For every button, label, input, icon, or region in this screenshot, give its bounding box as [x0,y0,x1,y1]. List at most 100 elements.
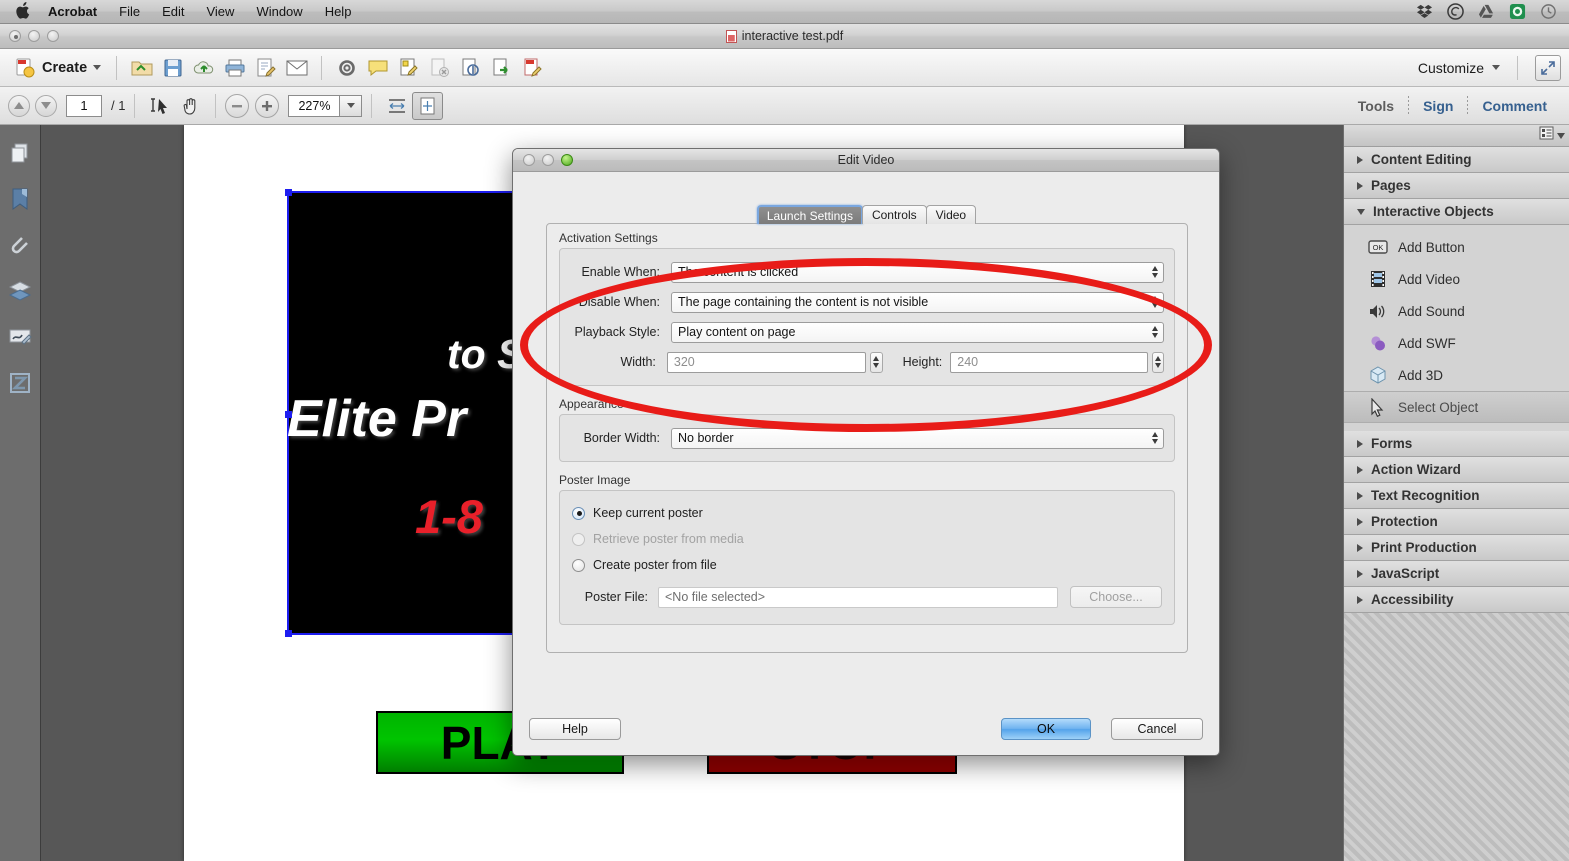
customize-button[interactable]: Customize [1418,60,1500,76]
zoom-out-button[interactable] [225,93,250,118]
tab-launch-settings[interactable]: Launch Settings [756,205,863,224]
dialog-close-button[interactable] [523,154,535,166]
save-icon[interactable] [157,54,188,82]
menu-item-view[interactable]: View [206,4,234,19]
page-number-input[interactable]: 1 [66,94,102,117]
edit-pdf-icon[interactable] [517,54,548,82]
disable-when-select[interactable]: The page containing the content is not v… [671,291,1164,313]
height-stepper[interactable] [1151,351,1164,373]
page-thumbnails-icon[interactable] [6,139,34,167]
sign-tab[interactable]: Sign [1409,98,1467,114]
panel-section-print-production[interactable]: Print Production [1344,535,1569,561]
print-icon[interactable] [219,54,250,82]
open-file-icon[interactable] [126,54,157,82]
upload-cloud-icon[interactable] [188,54,219,82]
dialog-minimize-button[interactable] [542,154,554,166]
time-machine-icon[interactable] [1540,3,1557,20]
radio-keep-current-poster[interactable]: Keep current poster [572,500,1162,526]
menu-item-help[interactable]: Help [325,4,352,19]
panel-section-text-recognition[interactable]: Text Recognition [1344,483,1569,509]
tool-add-3d[interactable]: Add 3D [1344,359,1569,391]
comment-tab[interactable]: Comment [1468,98,1561,114]
resize-handle-ml[interactable] [285,411,292,418]
poster-file-input[interactable]: <No file selected> [658,586,1058,608]
launch-settings-pane: Activation Settings Enable When: The con… [546,223,1188,653]
next-page-button[interactable] [35,94,57,117]
panel-section-content-editing[interactable]: Content Editing [1344,147,1569,173]
left-navigation-pane [0,125,41,861]
panel-section-action-wizard[interactable]: Action Wizard [1344,457,1569,483]
zoom-dropdown-button[interactable] [340,94,363,117]
panel-section-pages[interactable]: Pages [1344,173,1569,199]
creative-cloud-icon[interactable] [1447,3,1464,20]
border-width-select[interactable]: No border [671,427,1164,449]
chevron-down-icon[interactable] [1557,132,1565,139]
text-select-icon[interactable] [144,92,175,120]
choose-button[interactable]: Choose... [1070,586,1162,608]
zoom-button[interactable] [47,30,59,42]
menu-item-file[interactable]: File [119,4,140,19]
panel-section-protection[interactable]: Protection [1344,509,1569,535]
settings-gear-icon[interactable] [331,54,362,82]
export-icon[interactable] [486,54,517,82]
tool-add-sound[interactable]: Add Sound [1344,295,1569,327]
tools-tab[interactable]: Tools [1344,98,1408,114]
email-icon[interactable] [281,54,312,82]
hand-icon[interactable] [175,92,206,120]
fit-page-icon[interactable] [412,91,444,120]
panel-options-icon[interactable] [1539,126,1554,145]
panel-section-interactive-objects[interactable]: Interactive Objects [1344,199,1569,225]
menu-item-edit[interactable]: Edit [162,4,184,19]
minimize-button[interactable] [28,30,40,42]
chevron-down-icon[interactable] [1492,65,1500,70]
panel-section-forms[interactable]: Forms [1344,431,1569,457]
fit-width-icon[interactable] [381,92,412,120]
cancel-button[interactable]: Cancel [1111,718,1203,740]
delete-page-icon[interactable] [424,54,455,82]
close-button[interactable] [9,30,21,42]
tool-select-object[interactable]: Select Object [1344,391,1569,423]
attachments-icon[interactable] [6,231,34,259]
width-input[interactable]: 320 [666,351,867,373]
signatures-icon[interactable] [6,323,34,351]
previous-page-button[interactable] [8,94,30,117]
enable-when-select[interactable]: The content is clicked [671,261,1164,283]
chevron-down-icon[interactable] [93,65,102,70]
dialog-zoom-button[interactable] [561,154,573,166]
menu-item-acrobat[interactable]: Acrobat [48,4,97,19]
zoom-level-input[interactable]: 227% [288,94,341,117]
green-status-icon[interactable] [1509,3,1526,20]
zoom-in-button[interactable] [255,93,280,118]
google-drive-icon[interactable] [1478,3,1495,20]
tool-add-video[interactable]: Add Video [1344,263,1569,295]
section-label: Print Production [1371,540,1477,555]
menu-item-window[interactable]: Window [256,4,302,19]
panel-section-accessibility[interactable]: Accessibility [1344,587,1569,613]
resize-handle-tl[interactable] [285,189,292,196]
tool-add-swf[interactable]: Add SWF [1344,327,1569,359]
tab-controls[interactable]: Controls [861,205,927,224]
help-button[interactable]: Help [529,718,621,740]
resize-handle-bl[interactable] [285,630,292,637]
apple-icon[interactable] [16,1,30,22]
create-button[interactable]: Create [8,54,107,82]
radio-create-poster-from-file[interactable]: Create poster from file [572,552,1162,578]
disclosure-triangle-icon [1357,439,1363,448]
edit-video-dialog[interactable]: Edit Video Launch Settings Controls Vide… [512,148,1220,756]
article-threads-icon[interactable] [6,369,34,397]
highlight-text-icon[interactable] [393,54,424,82]
expand-icon[interactable] [1535,54,1561,81]
sign-document-icon[interactable] [250,54,281,82]
playback-style-select[interactable]: Play content on page [671,321,1164,343]
ok-button[interactable]: OK [1001,718,1091,740]
comment-bubble-icon[interactable] [362,54,393,82]
tool-add-button[interactable]: OK Add Button [1344,231,1569,263]
height-input[interactable]: 240 [950,351,1148,373]
layers-icon[interactable] [6,277,34,305]
bookmarks-icon[interactable] [6,185,34,213]
width-stepper[interactable] [870,351,883,373]
stamp-icon[interactable] [455,54,486,82]
panel-section-javascript[interactable]: JavaScript [1344,561,1569,587]
dropbox-icon[interactable] [1416,3,1433,20]
tab-video[interactable]: Video [925,205,977,224]
